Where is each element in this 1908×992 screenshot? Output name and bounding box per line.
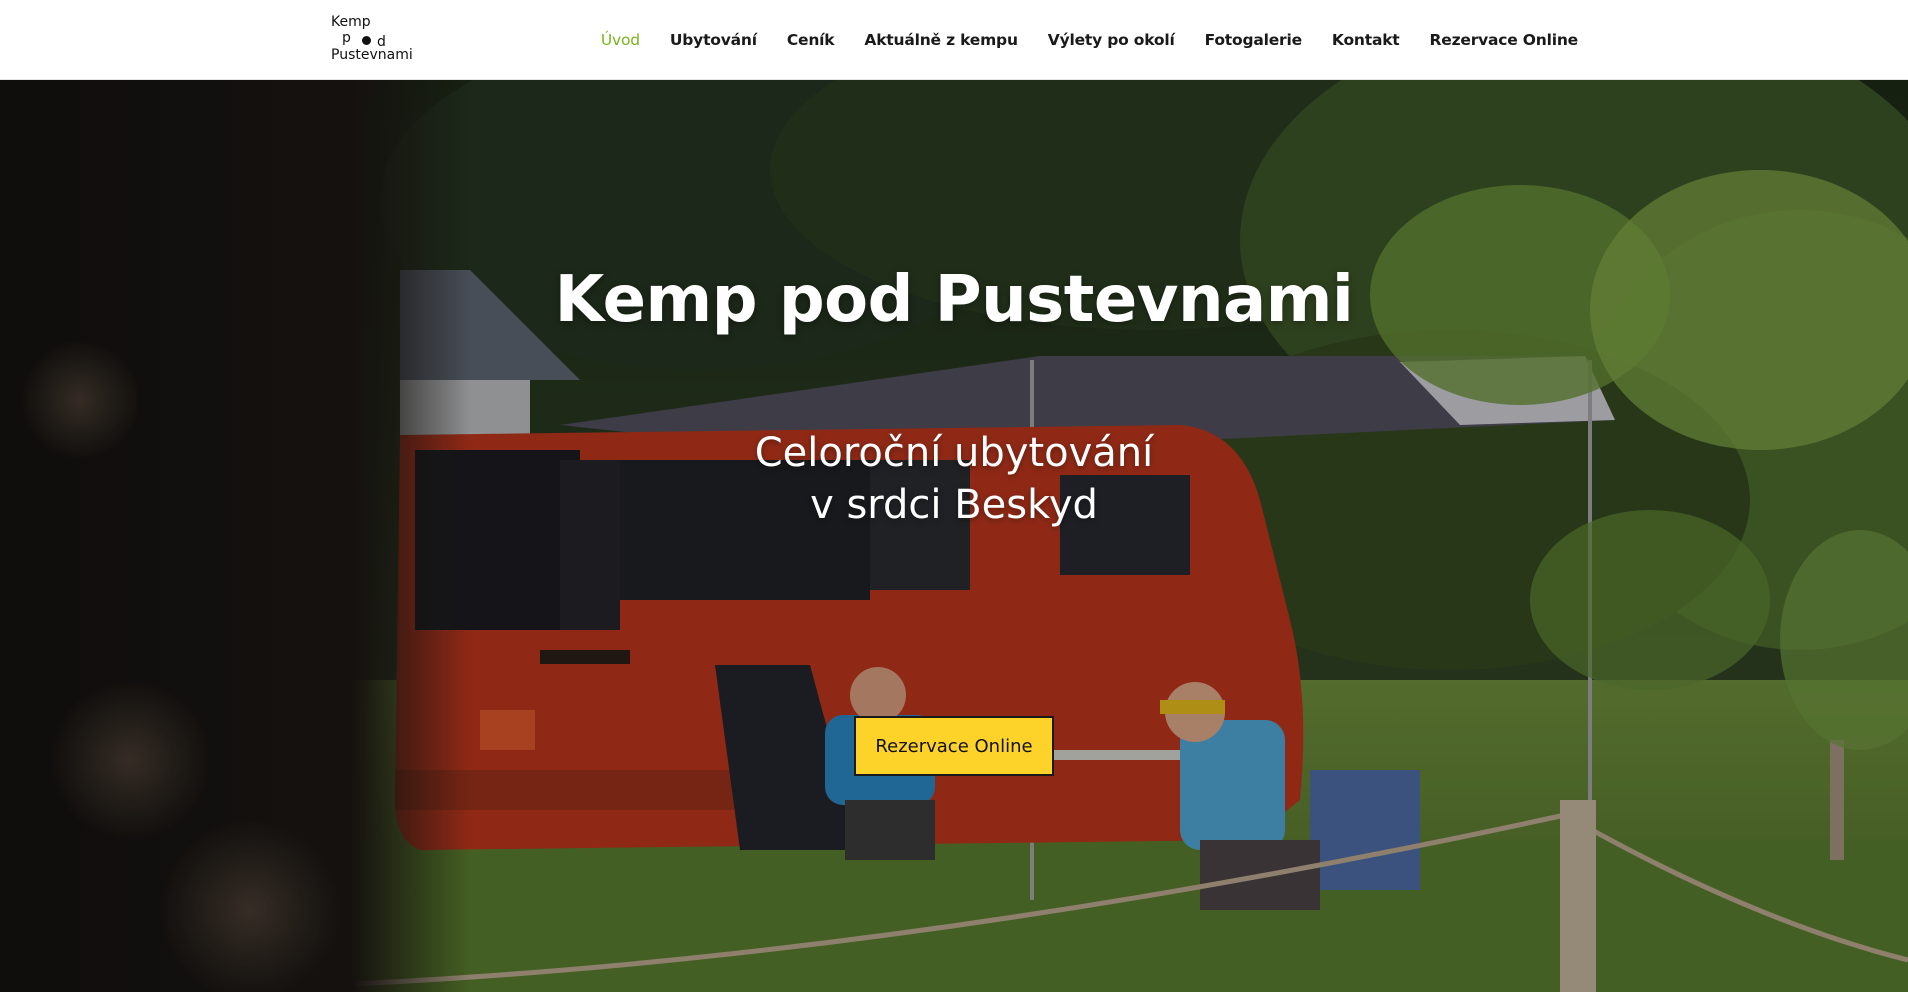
site-header: Kemp p d Pustevnami Úvod Ubytování Ceník… [0,0,1908,80]
logo-text-kemp: Kemp [331,14,371,30]
nav-item-vylety[interactable]: Výlety po okolí [1048,31,1175,49]
hero-section: Kemp pod Pustevnami Celoroční ubytování … [0,80,1908,992]
logo-text-pustevnami: Pustevnami [331,47,413,63]
nav-item-fotogalerie[interactable]: Fotogalerie [1205,31,1303,49]
hero-subtitle-line-1: Celoroční ubytování [754,430,1154,476]
logo-dot-icon [362,36,371,45]
hero-subtitle: Celoroční ubytování v srdci Beskyd [0,427,1908,531]
hero-title: Kemp pod Pustevnami [554,263,1354,337]
nav-item-kontakt[interactable]: Kontakt [1332,31,1400,49]
nav-item-ubytovani[interactable]: Ubytování [670,31,757,49]
site-logo[interactable]: Kemp p d Pustevnami [331,15,431,65]
hero-subtitle-line-2: v srdci Beskyd [810,482,1098,528]
nav-item-rezervace[interactable]: Rezervace Online [1430,31,1579,49]
reservation-button[interactable]: Rezervace Online [854,716,1054,776]
nav-item-uvod[interactable]: Úvod [601,31,640,49]
nav-item-cenik[interactable]: Ceník [787,31,835,49]
main-nav: Úvod Ubytování Ceník Aktuálně z kempu Vý… [571,0,1578,80]
nav-item-aktualne[interactable]: Aktuálně z kempu [864,31,1018,49]
hero-overlay [0,80,1908,992]
logo-text-p: p [342,30,351,46]
